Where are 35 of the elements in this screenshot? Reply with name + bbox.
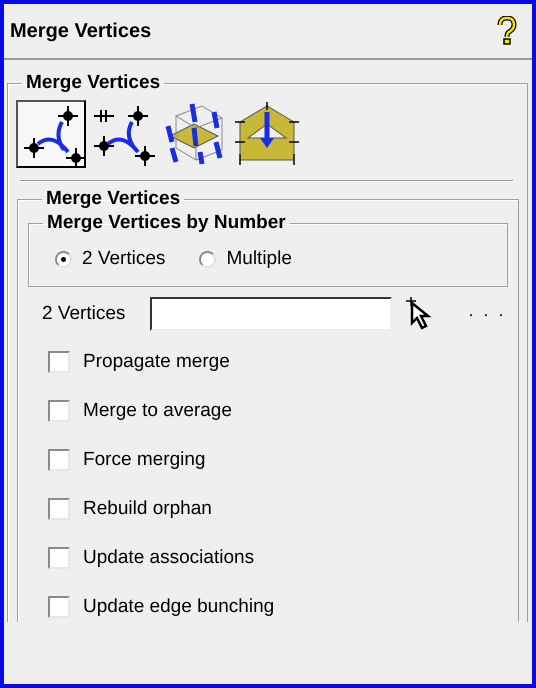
checkbox[interactable]	[48, 596, 70, 618]
checkbox[interactable]	[48, 400, 70, 422]
group-title: Merge Vertices	[25, 72, 162, 94]
checkbox[interactable]	[48, 498, 70, 520]
checkbox[interactable]	[48, 351, 70, 373]
help-icon[interactable]	[496, 16, 518, 46]
group-title: Merge Vertices	[45, 188, 182, 210]
checkbox-option[interactable]: Update edge bunching	[48, 592, 508, 622]
radio-button[interactable]	[199, 250, 216, 268]
radio-option[interactable]: Multiple	[199, 248, 292, 270]
checkbox-label: Merge to average	[83, 400, 232, 422]
checkbox[interactable]	[48, 449, 70, 471]
more-button[interactable]: · · ·	[468, 304, 506, 324]
radio-option[interactable]: 2 Vertices	[55, 248, 166, 270]
checkbox-option[interactable]: Rebuild orphan	[48, 494, 508, 524]
house-merge-icon	[234, 102, 300, 166]
checkbox[interactable]	[48, 547, 70, 569]
checkbox-label: Rebuild orphan	[83, 498, 212, 520]
radio-label: 2 Vertices	[82, 248, 166, 270]
checkbox-option[interactable]: Merge to average	[48, 396, 508, 426]
checkbox-label: Force merging	[83, 449, 206, 471]
checkbox-label: Propagate merge	[83, 351, 230, 373]
window-title: Merge Vertices	[10, 20, 152, 42]
radio-label: Multiple	[226, 248, 292, 270]
checkbox-option[interactable]: Propagate merge	[48, 347, 508, 377]
group-title: Merge Vertices by Number	[46, 212, 287, 234]
checkbox-option[interactable]: Update associations	[48, 543, 508, 573]
checkbox-label: Update associations	[83, 547, 254, 569]
field-label: 2 Vertices	[42, 303, 126, 325]
checkbox-option[interactable]: Force merging	[48, 445, 508, 475]
input-field[interactable]	[150, 297, 392, 331]
tool-button[interactable]	[16, 100, 86, 168]
tool-button[interactable]	[232, 100, 302, 168]
checkbox-label: Update edge bunching	[83, 596, 274, 618]
radio-button[interactable]	[55, 250, 72, 268]
